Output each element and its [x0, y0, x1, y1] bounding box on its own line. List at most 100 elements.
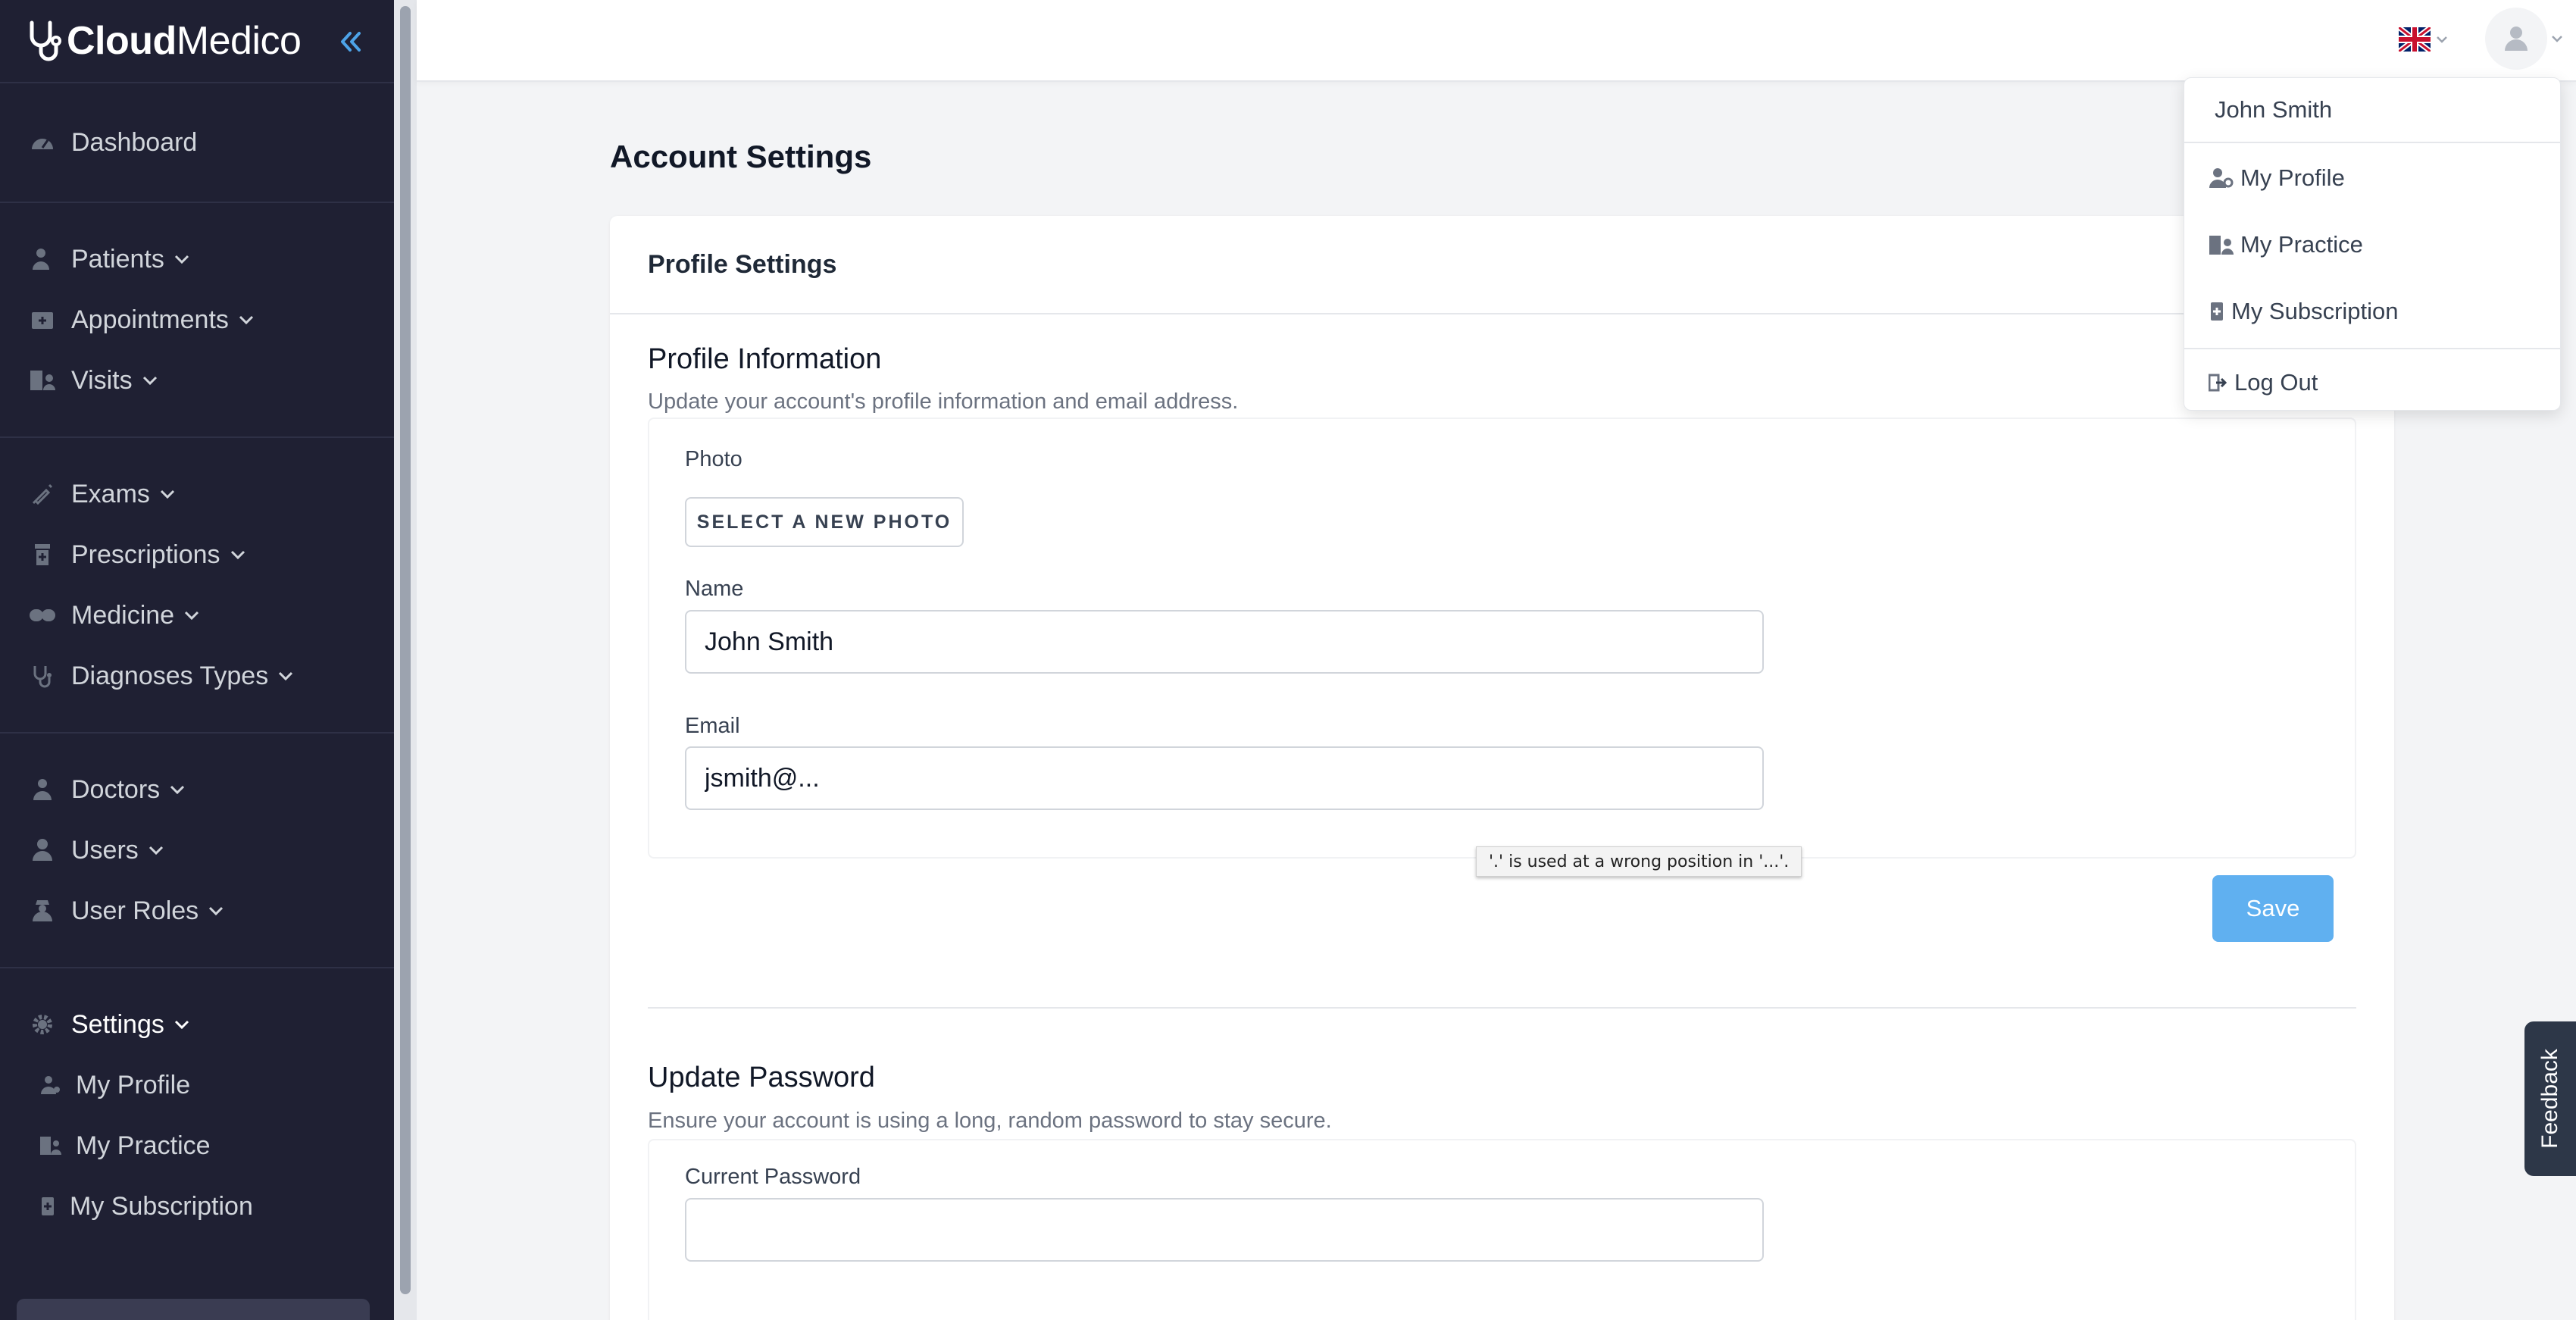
chevron-down-icon — [2552, 36, 2562, 42]
chevron-down-icon — [238, 314, 255, 325]
chevron-down-icon — [183, 610, 200, 621]
menu-item-label: My Subscription — [2231, 298, 2399, 324]
user-gear-icon — [39, 1074, 62, 1096]
sidebar-scrollbar[interactable] — [394, 0, 417, 1320]
sidebar-item-label: Settings — [71, 1009, 164, 1039]
sidebar-item-label: Diagnoses Types — [71, 661, 269, 690]
sidebar-item-appointments[interactable]: Appointments — [0, 289, 394, 350]
sidebar-subitem-my-profile[interactable]: My Profile — [0, 1055, 394, 1115]
calendar-plus-icon — [27, 305, 58, 335]
menu-item-my-subscription[interactable]: My Subscription — [2184, 278, 2560, 345]
sidebar-item-dashboard[interactable]: Dashboard — [0, 112, 394, 173]
visits-icon — [27, 365, 58, 396]
current-password-input[interactable] — [685, 1198, 1764, 1262]
feedback-label: Feedback — [2537, 1049, 2562, 1149]
prescription-bottle-icon — [27, 540, 58, 570]
profile-info-description: Update your account's profile informatio… — [648, 389, 1239, 414]
select-photo-button[interactable]: SELECT A NEW PHOTO — [685, 497, 964, 547]
sidebar-item-users[interactable]: Users — [0, 820, 394, 881]
nav-group-main: Dashboard — [0, 83, 394, 203]
patient-icon — [27, 244, 58, 274]
language-selector[interactable] — [2399, 27, 2449, 52]
menu-item-my-profile[interactable]: My Profile — [2184, 145, 2560, 211]
profile-form-panel: Photo SELECT A NEW PHOTO Name Email — [648, 418, 2356, 859]
sidebar-item-medicine[interactable]: Medicine — [0, 585, 394, 646]
profile-info-title: Profile Information — [648, 343, 882, 375]
page-title: Account Settings — [610, 139, 872, 174]
brand-header: Cloud Medico — [0, 0, 394, 83]
password-form-panel: Current Password — [648, 1139, 2356, 1320]
sidebar-item-label: Visits — [71, 365, 133, 395]
chevron-down-icon — [148, 845, 164, 855]
section-divider — [648, 1007, 2356, 1009]
sign-out-icon — [2209, 370, 2228, 396]
card-header: Profile Settings — [610, 216, 2394, 314]
nav-group-people: Doctors Users User Roles — [0, 734, 394, 968]
chevron-down-icon — [208, 906, 224, 916]
sidebar-item-prescriptions[interactable]: Prescriptions — [0, 524, 394, 585]
chevron-down-icon — [277, 671, 294, 681]
sidebar-item-exams[interactable]: Exams — [0, 464, 394, 524]
menu-item-my-practice[interactable]: My Practice — [2184, 211, 2560, 278]
nav-group-settings: Settings My Profile My Practice My Subsc… — [0, 968, 394, 1262]
feedback-tab[interactable]: Feedback — [2524, 1021, 2576, 1176]
email-label: Email — [685, 714, 740, 738]
user-gear-icon — [2209, 165, 2234, 191]
sidebar-item-label: Appointments — [71, 305, 229, 334]
user-menu-button[interactable] — [2485, 8, 2564, 70]
gear-icon — [27, 1009, 58, 1040]
sidebar-item-label: Doctors — [71, 774, 161, 804]
sidebar-item-label: Users — [71, 835, 139, 865]
collapse-sidebar-button[interactable] — [333, 24, 368, 59]
file-medical-icon — [2209, 299, 2225, 324]
clinic-user-icon — [2209, 232, 2234, 258]
validation-tooltip: '.' is used at a wrong position in '...'… — [1476, 846, 1802, 877]
sidebar-subitem-my-subscription[interactable]: My Subscription — [0, 1176, 394, 1237]
name-input[interactable] — [685, 610, 1764, 674]
stethoscope-icon — [27, 661, 58, 691]
email-input[interactable] — [685, 746, 1764, 810]
avatar — [2485, 8, 2547, 70]
sidebar-item-label: Dashboard — [71, 127, 198, 157]
menu-item-label: Log Out — [2234, 369, 2318, 396]
sidebar-item-patients[interactable]: Patients — [0, 229, 394, 289]
sidebar-item-user-roles[interactable]: User Roles — [0, 881, 394, 941]
chevron-down-icon — [174, 1019, 190, 1030]
brand-logo[interactable]: Cloud Medico — [26, 18, 302, 64]
sidebar-item-label: Patients — [71, 244, 164, 274]
save-button[interactable]: Save — [2212, 875, 2334, 942]
sidebar-scrollbar-thumb[interactable] — [400, 6, 411, 1294]
user-icon — [27, 835, 58, 865]
brand-name-bold: Cloud — [67, 19, 177, 63]
brand-name-regular: Medico — [176, 19, 302, 63]
stethoscope-logo-icon — [30, 20, 61, 61]
name-label: Name — [685, 577, 744, 601]
chevron-down-icon — [159, 489, 176, 499]
clinic-user-icon — [39, 1134, 62, 1157]
chevron-down-icon — [169, 784, 186, 795]
sidebar-subitem-label: My Profile — [76, 1070, 191, 1099]
double-chevron-left-icon — [341, 32, 361, 52]
chevron-down-icon — [142, 375, 158, 386]
sidebar-item-settings[interactable]: Settings — [0, 994, 394, 1055]
nav-group-clinical: Exams Prescriptions Medicine Diagnoses T… — [0, 438, 394, 734]
photo-label: Photo — [685, 447, 742, 471]
sidebar-item-visits[interactable]: Visits — [0, 350, 394, 411]
file-medical-icon — [39, 1195, 56, 1218]
syringe-icon — [27, 479, 58, 509]
chevron-down-icon — [230, 549, 246, 560]
menu-item-log-out[interactable]: Log Out — [2184, 349, 2560, 416]
current-password-label: Current Password — [685, 1165, 861, 1189]
sidebar-footer-block[interactable] — [17, 1299, 370, 1320]
sidebar-item-diagnoses-types[interactable]: Diagnoses Types — [0, 646, 394, 706]
sidebar-subitem-my-practice[interactable]: My Practice — [0, 1115, 394, 1176]
pills-icon — [27, 600, 58, 630]
user-icon — [2505, 27, 2528, 51]
menu-item-label: My Practice — [2240, 231, 2363, 258]
uk-flag-icon — [2399, 27, 2431, 52]
sidebar-subitem-label: My Practice — [76, 1131, 211, 1160]
chevron-down-icon — [2437, 36, 2447, 43]
sidebar-item-doctors[interactable]: Doctors — [0, 759, 394, 820]
update-password-description: Ensure your account is using a long, ran… — [648, 1109, 1332, 1133]
profile-settings-card: Profile Settings Profile Information Upd… — [610, 216, 2394, 1320]
